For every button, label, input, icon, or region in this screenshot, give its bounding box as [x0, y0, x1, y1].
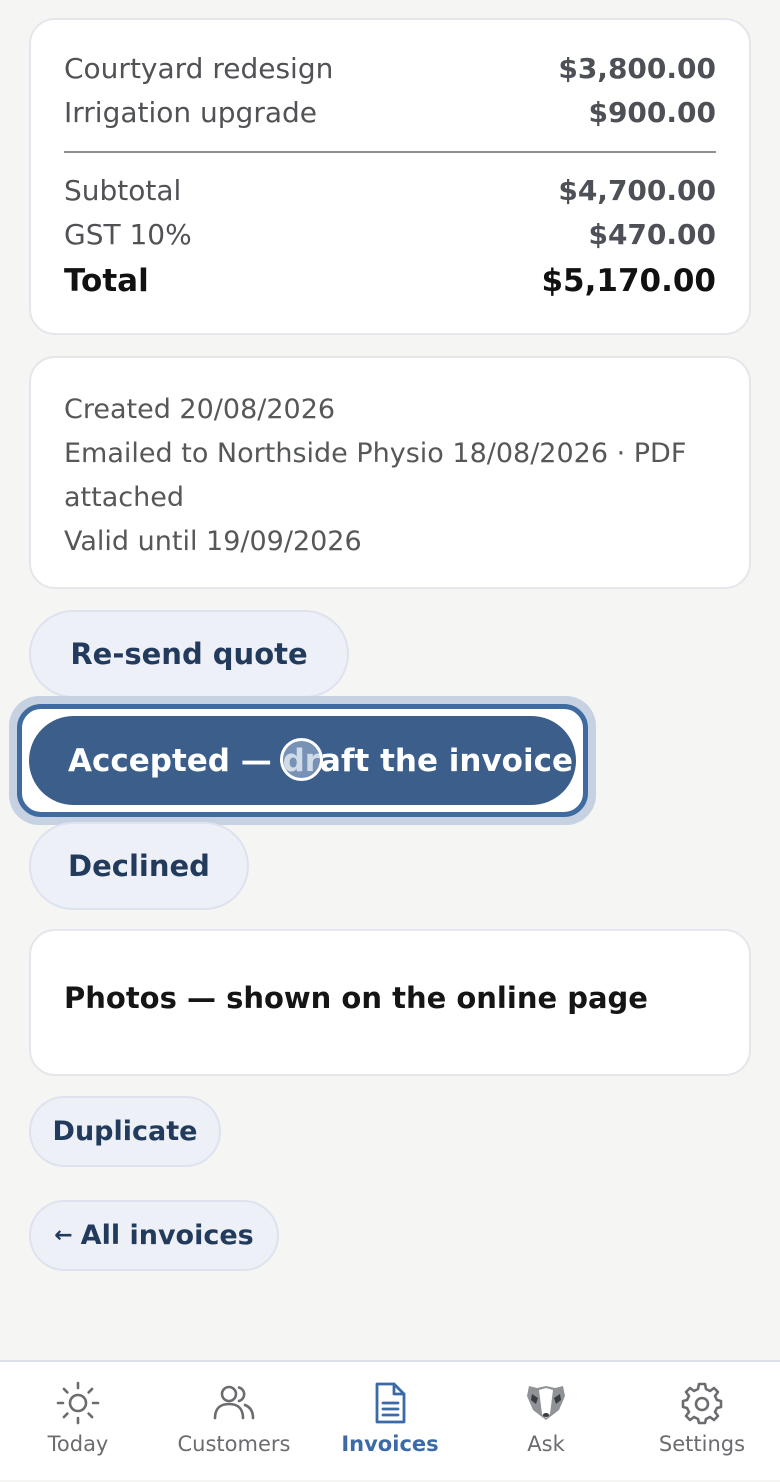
totals-card: Courtyard redesign $3,800.00 Irrigation … — [29, 18, 751, 335]
duplicate-button[interactable]: Duplicate — [29, 1096, 221, 1167]
gst-row: GST 10% $470.00 — [64, 218, 716, 251]
bottom-tab-bar: Today Customers Invoices Ask Settings — [0, 1360, 780, 1480]
valid-until: Valid until 19/09/2026 — [64, 526, 362, 557]
tab-label: Invoices — [341, 1432, 439, 1456]
photos-title: Photos — shown on the online page — [64, 981, 648, 1015]
subtotal-amount: $4,700.00 — [558, 174, 716, 207]
tab-label: Today — [47, 1432, 109, 1456]
gst-label: GST 10% — [64, 218, 192, 251]
line-item-amount: $3,800.00 — [558, 52, 716, 85]
line-item-amount: $900.00 — [588, 96, 716, 129]
line-item-label: Courtyard redesign — [64, 52, 334, 85]
total-label: Total — [64, 263, 149, 299]
sun-icon — [56, 1381, 100, 1425]
totals-divider — [64, 151, 716, 153]
users-icon — [213, 1385, 255, 1420]
document-icon — [375, 1382, 406, 1424]
gear-icon — [681, 1382, 723, 1425]
resend-quote-button[interactable]: Re-send quote — [29, 610, 349, 698]
tab-ask[interactable]: Ask — [468, 1362, 624, 1482]
created-date: Created 20/08/2026 — [64, 394, 336, 425]
line-item: Irrigation upgrade $900.00 — [64, 96, 716, 129]
emailed-status: Emailed to Northside Physio 18/08/2026 ·… — [64, 438, 687, 513]
all-invoices-button[interactable]: ← All invoices — [29, 1200, 279, 1271]
line-item: Courtyard redesign $3,800.00 — [64, 52, 716, 85]
touch-cursor — [280, 738, 323, 781]
tab-label: Settings — [658, 1432, 746, 1456]
all-invoices-label: All invoices — [80, 1220, 254, 1251]
subtotal-label: Subtotal — [64, 174, 182, 207]
quote-history-card: Created 20/08/2026 Emailed to Northside … — [29, 356, 751, 589]
declined-button[interactable]: Declined — [29, 822, 249, 910]
total-amount: $5,170.00 — [541, 263, 716, 299]
gst-amount: $470.00 — [588, 218, 716, 251]
tab-customers[interactable]: Customers — [156, 1362, 312, 1482]
tab-today[interactable]: Today — [0, 1362, 156, 1482]
photos-card[interactable]: Photos — shown on the online page — [29, 929, 751, 1076]
tab-label: Customers — [177, 1432, 291, 1456]
line-item-label: Irrigation upgrade — [64, 96, 317, 129]
tab-label: Ask — [527, 1432, 565, 1456]
total-row: Total $5,170.00 — [64, 263, 716, 299]
back-arrow-icon: ← — [54, 1223, 73, 1248]
subtotal-row: Subtotal $4,700.00 — [64, 174, 716, 207]
badger-icon — [527, 1386, 565, 1420]
tab-settings[interactable]: Settings — [624, 1362, 780, 1482]
tab-invoices[interactable]: Invoices — [312, 1362, 468, 1482]
